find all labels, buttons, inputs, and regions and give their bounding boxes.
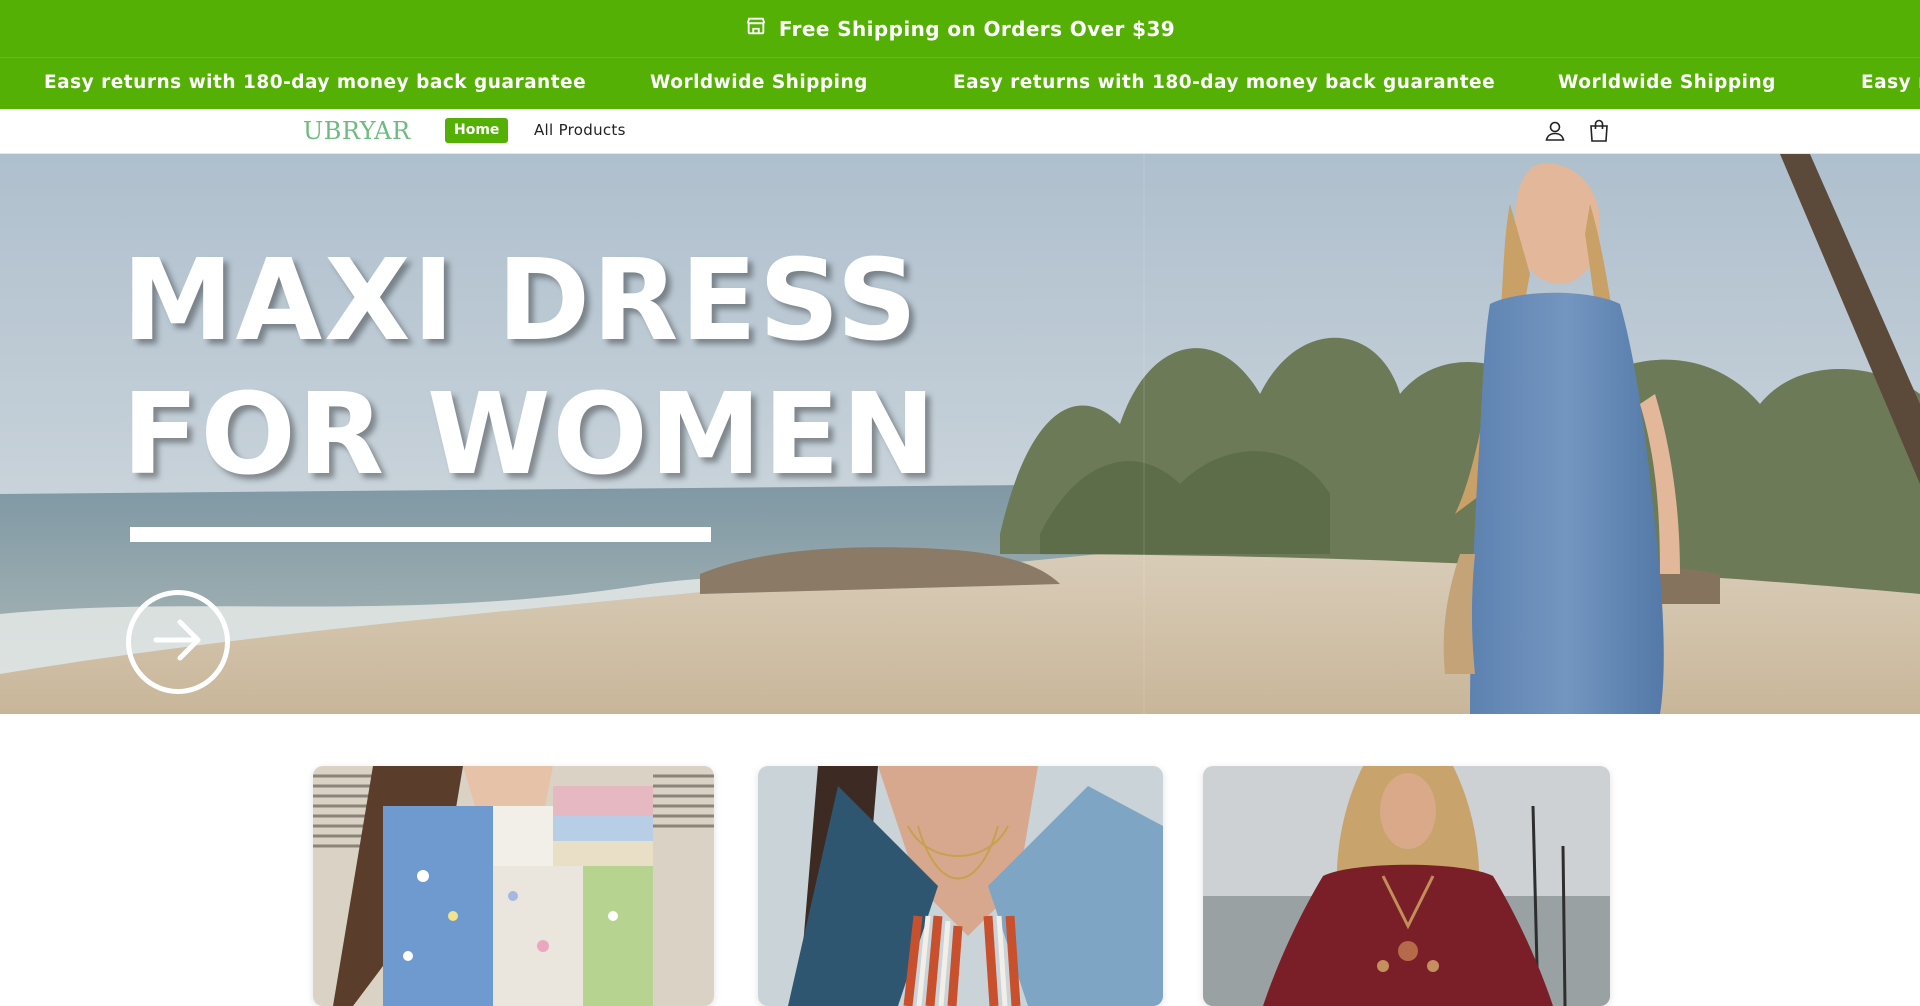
striped-shirt-photo	[758, 766, 1163, 1006]
site-logo[interactable]: UBRYAR	[303, 117, 411, 145]
hero-title: MAXI DRESS FOR WOMEN	[122, 234, 937, 502]
hero-title-line1: MAXI DRESS	[122, 236, 920, 366]
marquee-item: Easy r	[1861, 72, 1920, 93]
marquee-item: Easy returns with 180-day money back gua…	[953, 72, 1496, 93]
site-header: UBRYAR Home All Products	[0, 109, 1920, 154]
nav-home-link[interactable]: Home	[445, 118, 509, 143]
store-icon	[745, 15, 767, 42]
product-grid	[0, 766, 1920, 1006]
marquee-item: Easy returns with 180-day money back gua…	[44, 72, 587, 93]
arrow-right-icon	[148, 610, 208, 674]
cart-icon[interactable]	[1587, 118, 1611, 144]
hero-title-line2: FOR WOMEN	[122, 370, 938, 500]
hero-underline	[130, 527, 711, 542]
patchwork-blouse-photo	[313, 766, 714, 1006]
announcement-bar: Free Shipping on Orders Over $39	[0, 0, 1920, 58]
marquee-item: Worldwide Shipping	[1558, 72, 1776, 93]
marquee-item: Worldwide Shipping	[650, 72, 868, 93]
product-card-striped-shirt[interactable]	[758, 766, 1163, 1006]
hero-banner[interactable]: MAXI DRESS FOR WOMEN	[0, 154, 1920, 714]
announcement-text: Free Shipping on Orders Over $39	[778, 16, 1176, 41]
hero-cta-button[interactable]	[126, 590, 230, 694]
account-icon[interactable]	[1543, 118, 1567, 144]
nav-all-products-link[interactable]: All Products	[534, 118, 626, 143]
benefits-marquee: Easy returns with 180-day money back gua…	[0, 58, 1920, 109]
product-card-patchwork-blouse[interactable]	[313, 766, 714, 1006]
product-card-boho-dress[interactable]	[1203, 766, 1610, 1006]
boho-dress-photo	[1203, 766, 1610, 1006]
